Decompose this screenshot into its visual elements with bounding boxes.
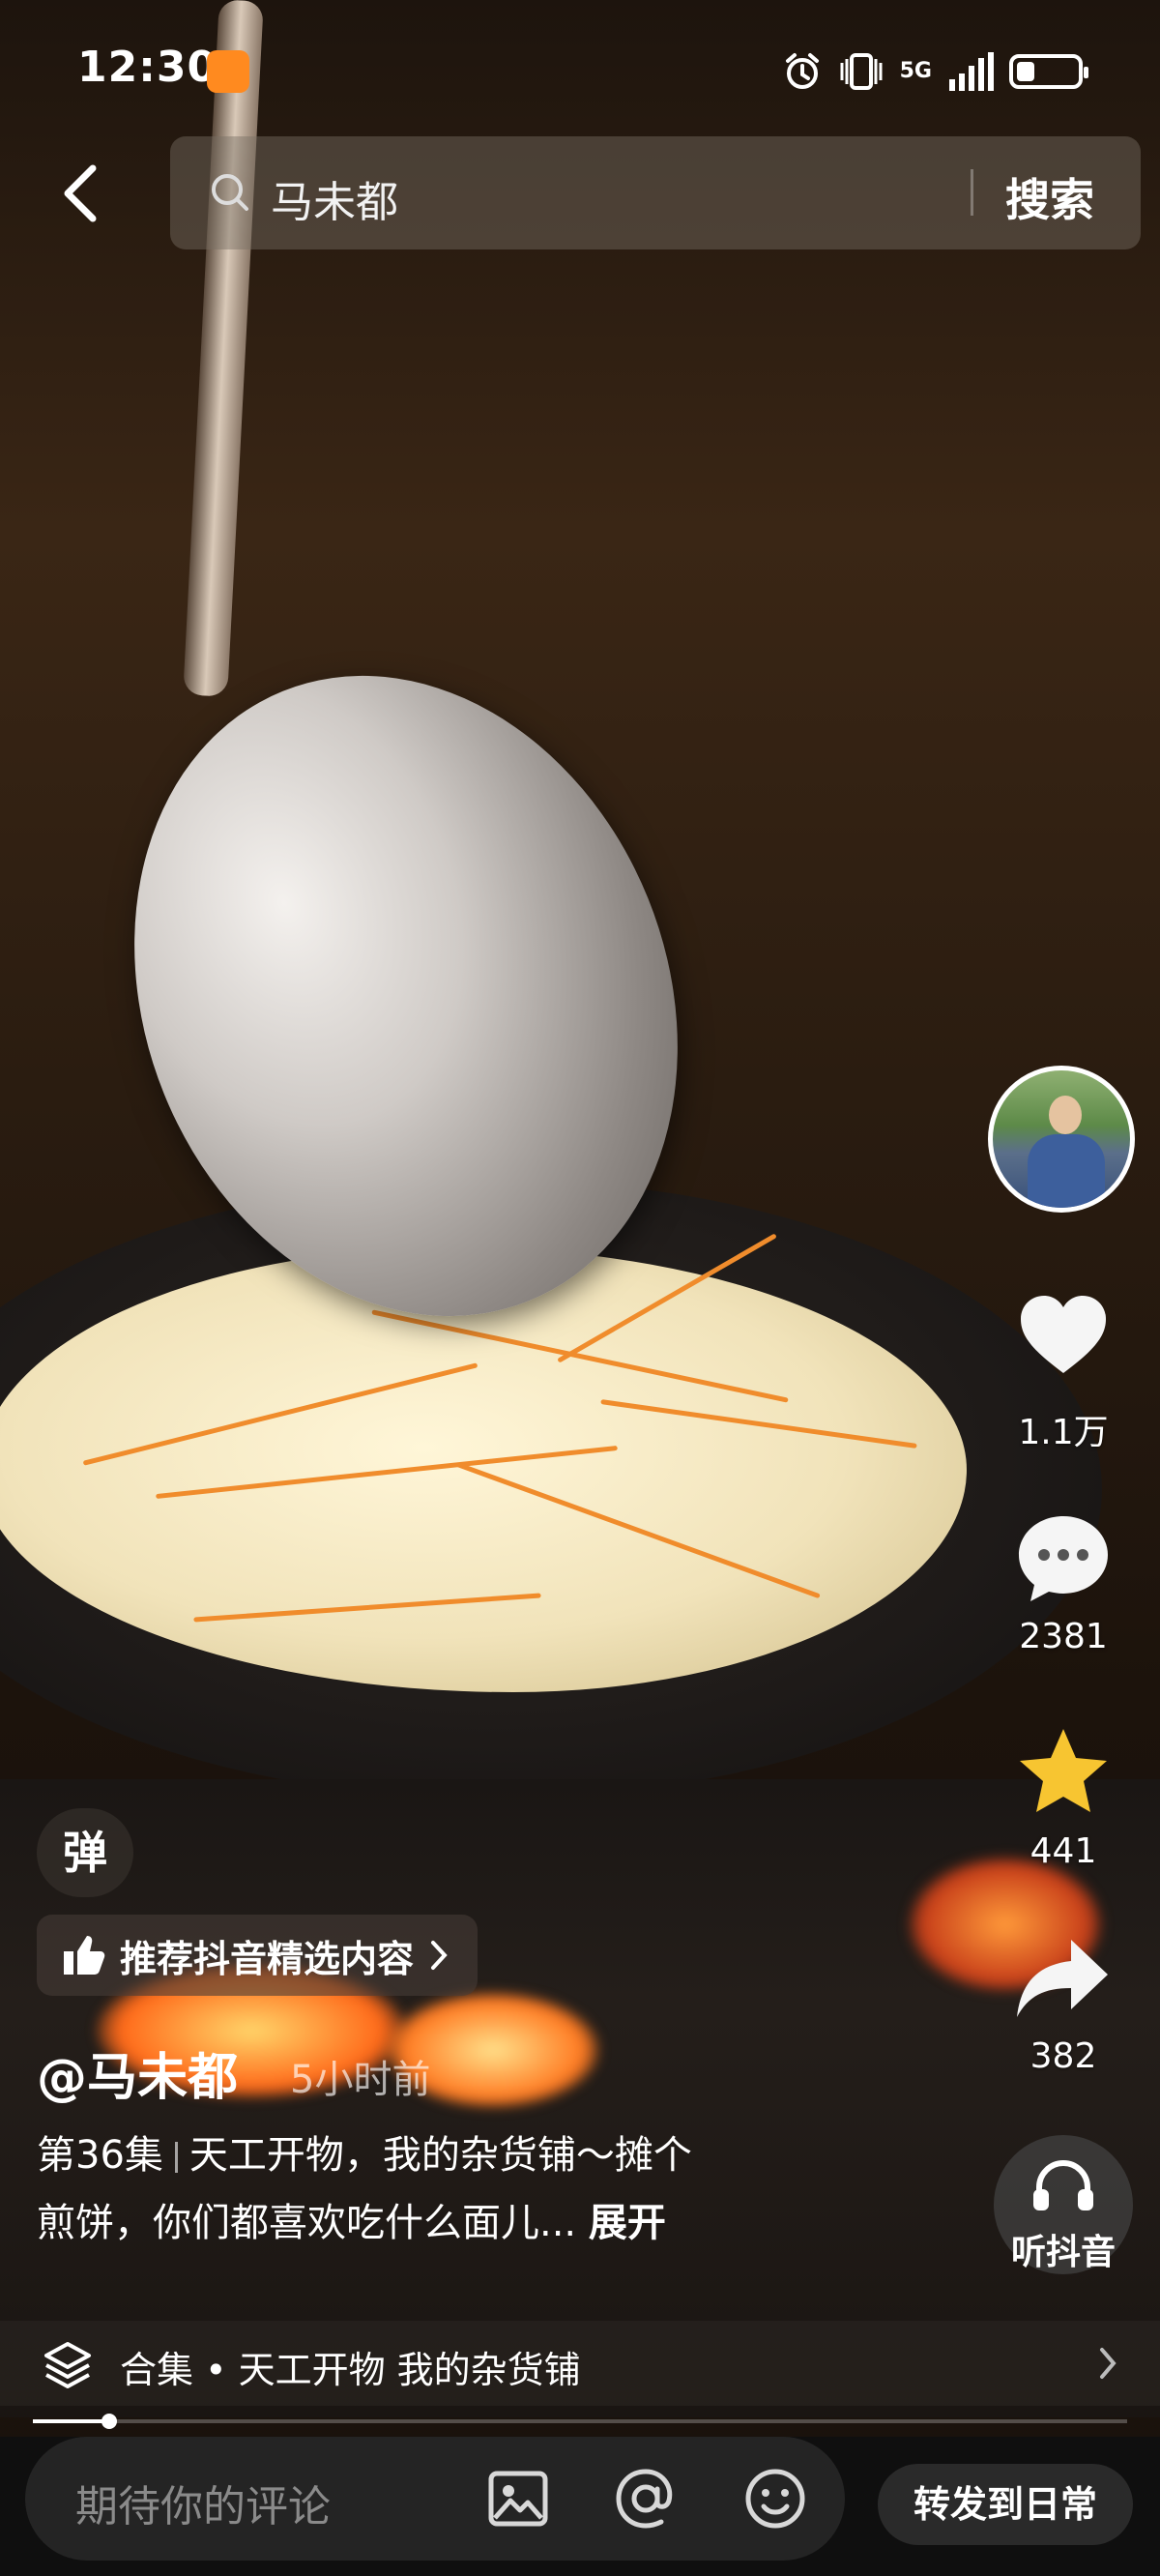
expand-caption-button[interactable]: 展开	[589, 2201, 666, 2245]
battery-icon	[1009, 54, 1088, 89]
comment-input[interactable]: 期待你的评论	[25, 2437, 845, 2561]
network-type: 5G	[899, 59, 932, 83]
favorite-star-icon[interactable]	[1013, 1723, 1114, 1824]
collection-bar[interactable]: 合集 • 天工开物 我的杂货铺	[0, 2321, 1160, 2406]
episode-label: 第36集	[37, 2133, 163, 2178]
status-icons: 5G	[782, 50, 1088, 93]
thumbs-up-icon	[64, 1936, 105, 1975]
signal-icon	[949, 52, 994, 91]
author-name[interactable]: @马未都	[37, 2036, 238, 2109]
battery-level	[1017, 62, 1034, 81]
status-time: 12:30	[77, 43, 218, 92]
search-query[interactable]: 马未都	[271, 167, 398, 229]
video-caption[interactable]: 第36集 天工开物，我的杂货铺～摊个 煎饼，你们都喜欢吃什么面儿... 展开	[37, 2122, 849, 2257]
search-bar[interactable]: 马未都 搜索	[170, 136, 1141, 249]
search-divider	[971, 169, 973, 216]
danmu-toggle-button[interactable]: 弹	[37, 1808, 133, 1897]
comment-placeholder: 期待你的评论	[75, 2482, 331, 2532]
alarm-icon	[785, 53, 819, 89]
author-avatar[interactable]	[988, 1066, 1135, 1213]
search-icon	[212, 174, 248, 211]
recommend-tag[interactable]: 推荐抖音精选内容	[37, 1915, 478, 1996]
bottom-comment-bar: 期待你的评论 转发到日常	[0, 2437, 1160, 2576]
vibrate-icon	[840, 53, 883, 90]
avatar-figure	[1028, 1134, 1105, 1208]
layers-icon	[44, 2342, 91, 2388]
chevron-right-icon	[431, 1941, 448, 1970]
listen-douyin-label: 听抖音	[1010, 2233, 1116, 2272]
share-count: 382	[1030, 2036, 1097, 2076]
headphones-icon	[1033, 2160, 1093, 2210]
comment-icon[interactable]	[1013, 1508, 1114, 1609]
search-button[interactable]: 搜索	[1005, 165, 1094, 229]
caption-line-2: 煎饼，你们都喜欢吃什么面儿...	[37, 2201, 577, 2245]
episode-separator	[174, 2142, 178, 2173]
back-button[interactable]	[50, 155, 108, 232]
repost-to-daily-button[interactable]: 转发到日常	[878, 2464, 1133, 2545]
pancake-batter	[0, 1247, 967, 1692]
emoji-icon[interactable]	[740, 2464, 810, 2533]
like-count: 1.1万	[1018, 1413, 1109, 1452]
recommend-label: 推荐抖音精选内容	[120, 1937, 415, 1980]
progress-fill	[33, 2419, 110, 2423]
like-heart-icon[interactable]	[1013, 1286, 1114, 1387]
caption-line-1: 天工开物，我的杂货铺～摊个	[188, 2133, 692, 2178]
image-picker-icon[interactable]	[483, 2464, 553, 2533]
collection-label: 合集 • 天工开物 我的杂货铺	[120, 2349, 581, 2391]
avatar-face	[1049, 1096, 1082, 1134]
progress-handle[interactable]	[102, 2414, 118, 2429]
app-notification-icon	[207, 50, 249, 93]
post-time: 5小时前	[290, 2058, 431, 2102]
video-progress-bar[interactable]	[33, 2414, 1127, 2429]
favorite-count: 441	[1030, 1831, 1097, 1871]
chevron-right-icon	[1100, 2348, 1116, 2379]
comment-count: 2381	[1019, 1617, 1108, 1656]
status-bar: 12:30 5G	[0, 0, 1160, 135]
mention-at-icon[interactable]	[611, 2464, 681, 2533]
share-arrow-icon[interactable]	[1013, 1930, 1114, 2031]
